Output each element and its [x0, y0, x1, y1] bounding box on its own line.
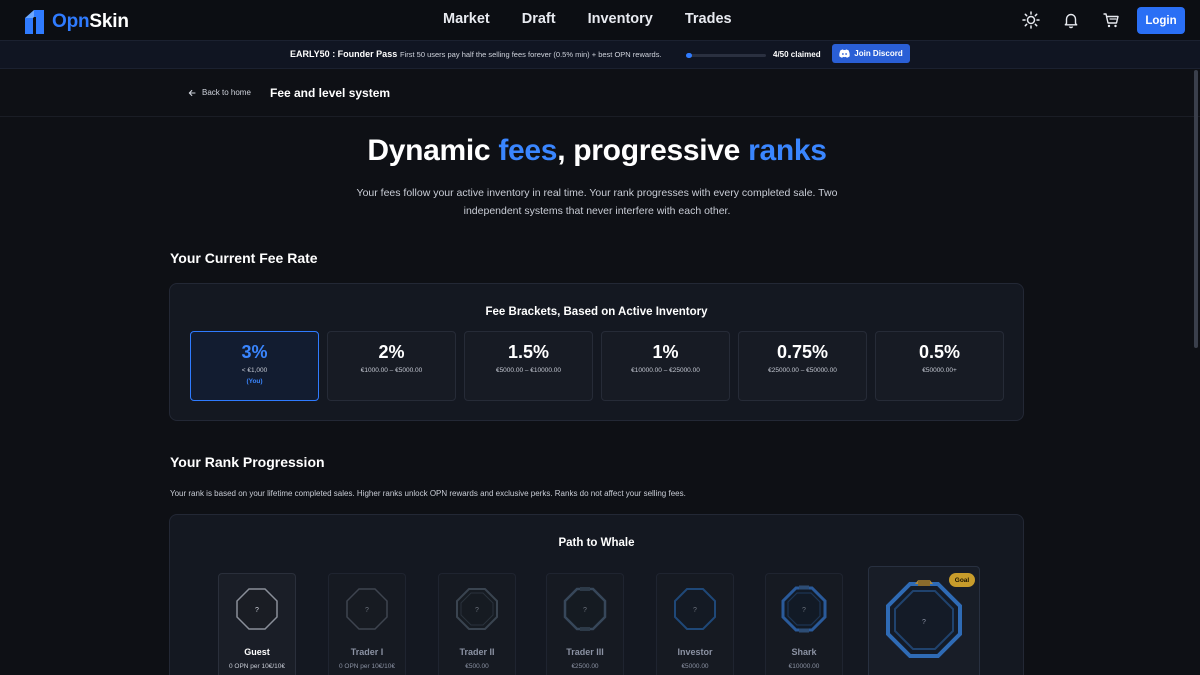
svg-text:?: ?: [255, 607, 259, 614]
promo-description: First 50 users pay half the selling fees…: [400, 50, 662, 59]
arrow-left-icon: [188, 89, 196, 96]
fee-bracket: 2% €1000.00 – €5000.00: [327, 331, 456, 401]
rank-name: Investor: [677, 647, 713, 657]
rank-card-trader-i: ? Trader I 0 OPN per 10€/10€: [328, 573, 406, 675]
fee-bracket: 0.5% €50000.00+: [875, 331, 1004, 401]
rank-card-investor: ? Investor €5000.00: [656, 573, 734, 675]
top-navbar: OpnSkin Market Draft Inventory Trades Lo…: [0, 0, 1200, 40]
rank-card-trader-ii: ? Trader II €500.00: [438, 573, 516, 675]
main-nav: Market Draft Inventory Trades: [443, 11, 732, 27]
rank-badge-icon: ?: [346, 588, 388, 630]
rank-requirement: €500.00: [465, 663, 489, 670]
promo-progress-fill: [686, 53, 693, 58]
join-discord-button[interactable]: Join Discord: [832, 44, 910, 63]
nav-inventory[interactable]: Inventory: [588, 11, 653, 27]
path-to-whale-title: Path to Whale: [558, 537, 635, 549]
page-title: Fee and level system: [270, 86, 391, 100]
rank-name: Shark: [791, 647, 817, 657]
fee-bracket-current: 3% < €1,000 (You): [190, 331, 319, 401]
breadcrumb: Back to home Fee and level system: [0, 70, 1200, 117]
rank-badge-icon: ?: [674, 588, 716, 630]
svg-text:?: ?: [475, 607, 479, 614]
discord-icon: [839, 49, 850, 58]
fee-section-heading: Your Current Fee Rate: [170, 250, 318, 266]
svg-text:?: ?: [365, 607, 369, 614]
page-scrollbar[interactable]: [1194, 70, 1198, 348]
promo-code: EARLY50 : Founder Pass: [290, 49, 398, 59]
bracket-range: €50000.00+: [922, 367, 957, 374]
bell-icon[interactable]: [1062, 11, 1080, 29]
rank-requirement: €2500.00: [571, 663, 599, 670]
fee-bracket: 0.75% €25000.00 – €50000.00: [738, 331, 867, 401]
rank-name: Trader III: [566, 647, 604, 657]
svg-text:?: ?: [583, 607, 587, 614]
promo-claimed-count: 4/50 claimed: [773, 50, 821, 59]
hero-subtitle: Your fees follow your active inventory i…: [356, 187, 838, 217]
rank-requirement: €10000.00: [788, 663, 820, 670]
fee-brackets-title: Fee Brackets, Based on Active Inventory: [485, 306, 708, 318]
bracket-rate: 0.5%: [918, 342, 961, 362]
rank-card-trader-iii: ? Trader III €2500.00: [546, 573, 624, 675]
nav-trades[interactable]: Trades: [685, 11, 732, 27]
fee-bracket: 1.5% €5000.00 – €10000.00: [464, 331, 593, 401]
rank-requirement: 0 OPN per 10€/10€: [228, 663, 285, 670]
brand-name: OpnSkin: [52, 10, 129, 32]
rank-name: Guest: [244, 647, 270, 657]
svg-text:?: ?: [922, 619, 926, 626]
rank-badge-icon: ?: [236, 588, 278, 630]
hero-title: Dynamic fees, progressive ranks: [367, 134, 827, 167]
nav-draft[interactable]: Draft: [522, 11, 556, 27]
rank-name: Trader II: [459, 647, 495, 657]
svg-text:?: ?: [693, 607, 697, 614]
bracket-range: < €1,000: [241, 367, 268, 374]
bracket-range: €10000.00 – €25000.00: [631, 367, 700, 374]
login-button[interactable]: Login: [1137, 7, 1185, 34]
promo-banner: EARLY50 : Founder Pass First 50 users pa…: [0, 40, 1200, 69]
bracket-range: €25000.00 – €50000.00: [768, 367, 837, 374]
bracket-rate: 2%: [378, 342, 405, 362]
brand-logo[interactable]: OpnSkin: [25, 9, 129, 34]
you-marker: (You): [246, 378, 263, 385]
rank-requirement: €5000.00: [681, 663, 709, 670]
rank-badge-icon: ?: [781, 585, 827, 633]
bracket-rate: 1%: [652, 342, 679, 362]
cart-icon[interactable]: [1102, 11, 1120, 29]
rank-badge-icon: ?: [456, 588, 498, 630]
goal-badge: Goal: [949, 573, 975, 587]
rank-badge-icon: ?: [886, 580, 962, 658]
rank-requirement: 0 OPN per 10€/10€: [338, 663, 395, 670]
bracket-rate: 1.5%: [507, 342, 550, 362]
logo-icon: [25, 10, 44, 34]
fee-brackets-panel: Fee Brackets, Based on Active Inventory …: [169, 283, 1024, 421]
rank-card-shark: ? Shark €10000.00: [765, 573, 843, 675]
nav-market[interactable]: Market: [443, 11, 490, 27]
bracket-rate: 3%: [241, 342, 268, 362]
rank-badge-icon: ?: [563, 587, 607, 631]
svg-text:?: ?: [802, 607, 806, 614]
rank-name: Trader I: [350, 647, 384, 657]
back-to-home-link[interactable]: Back to home: [188, 88, 251, 97]
rank-section-heading: Your Rank Progression: [170, 454, 325, 470]
rank-card-guest: ? Guest 0 OPN per 10€/10€: [218, 573, 296, 675]
nav-icons: [1022, 11, 1120, 29]
back-to-home-label: Back to home: [202, 88, 251, 97]
bracket-range: €5000.00 – €10000.00: [495, 367, 562, 374]
join-discord-label: Join Discord: [854, 49, 903, 58]
fee-bracket: 1% €10000.00 – €25000.00: [601, 331, 730, 401]
promo-progress-bar: [686, 53, 766, 58]
bracket-range: €1000.00 – €5000.00: [360, 367, 423, 374]
bracket-rate: 0.75%: [776, 342, 829, 362]
theme-sun-icon[interactable]: [1022, 11, 1040, 29]
rank-note: Your rank is based on your lifetime comp…: [170, 489, 686, 498]
